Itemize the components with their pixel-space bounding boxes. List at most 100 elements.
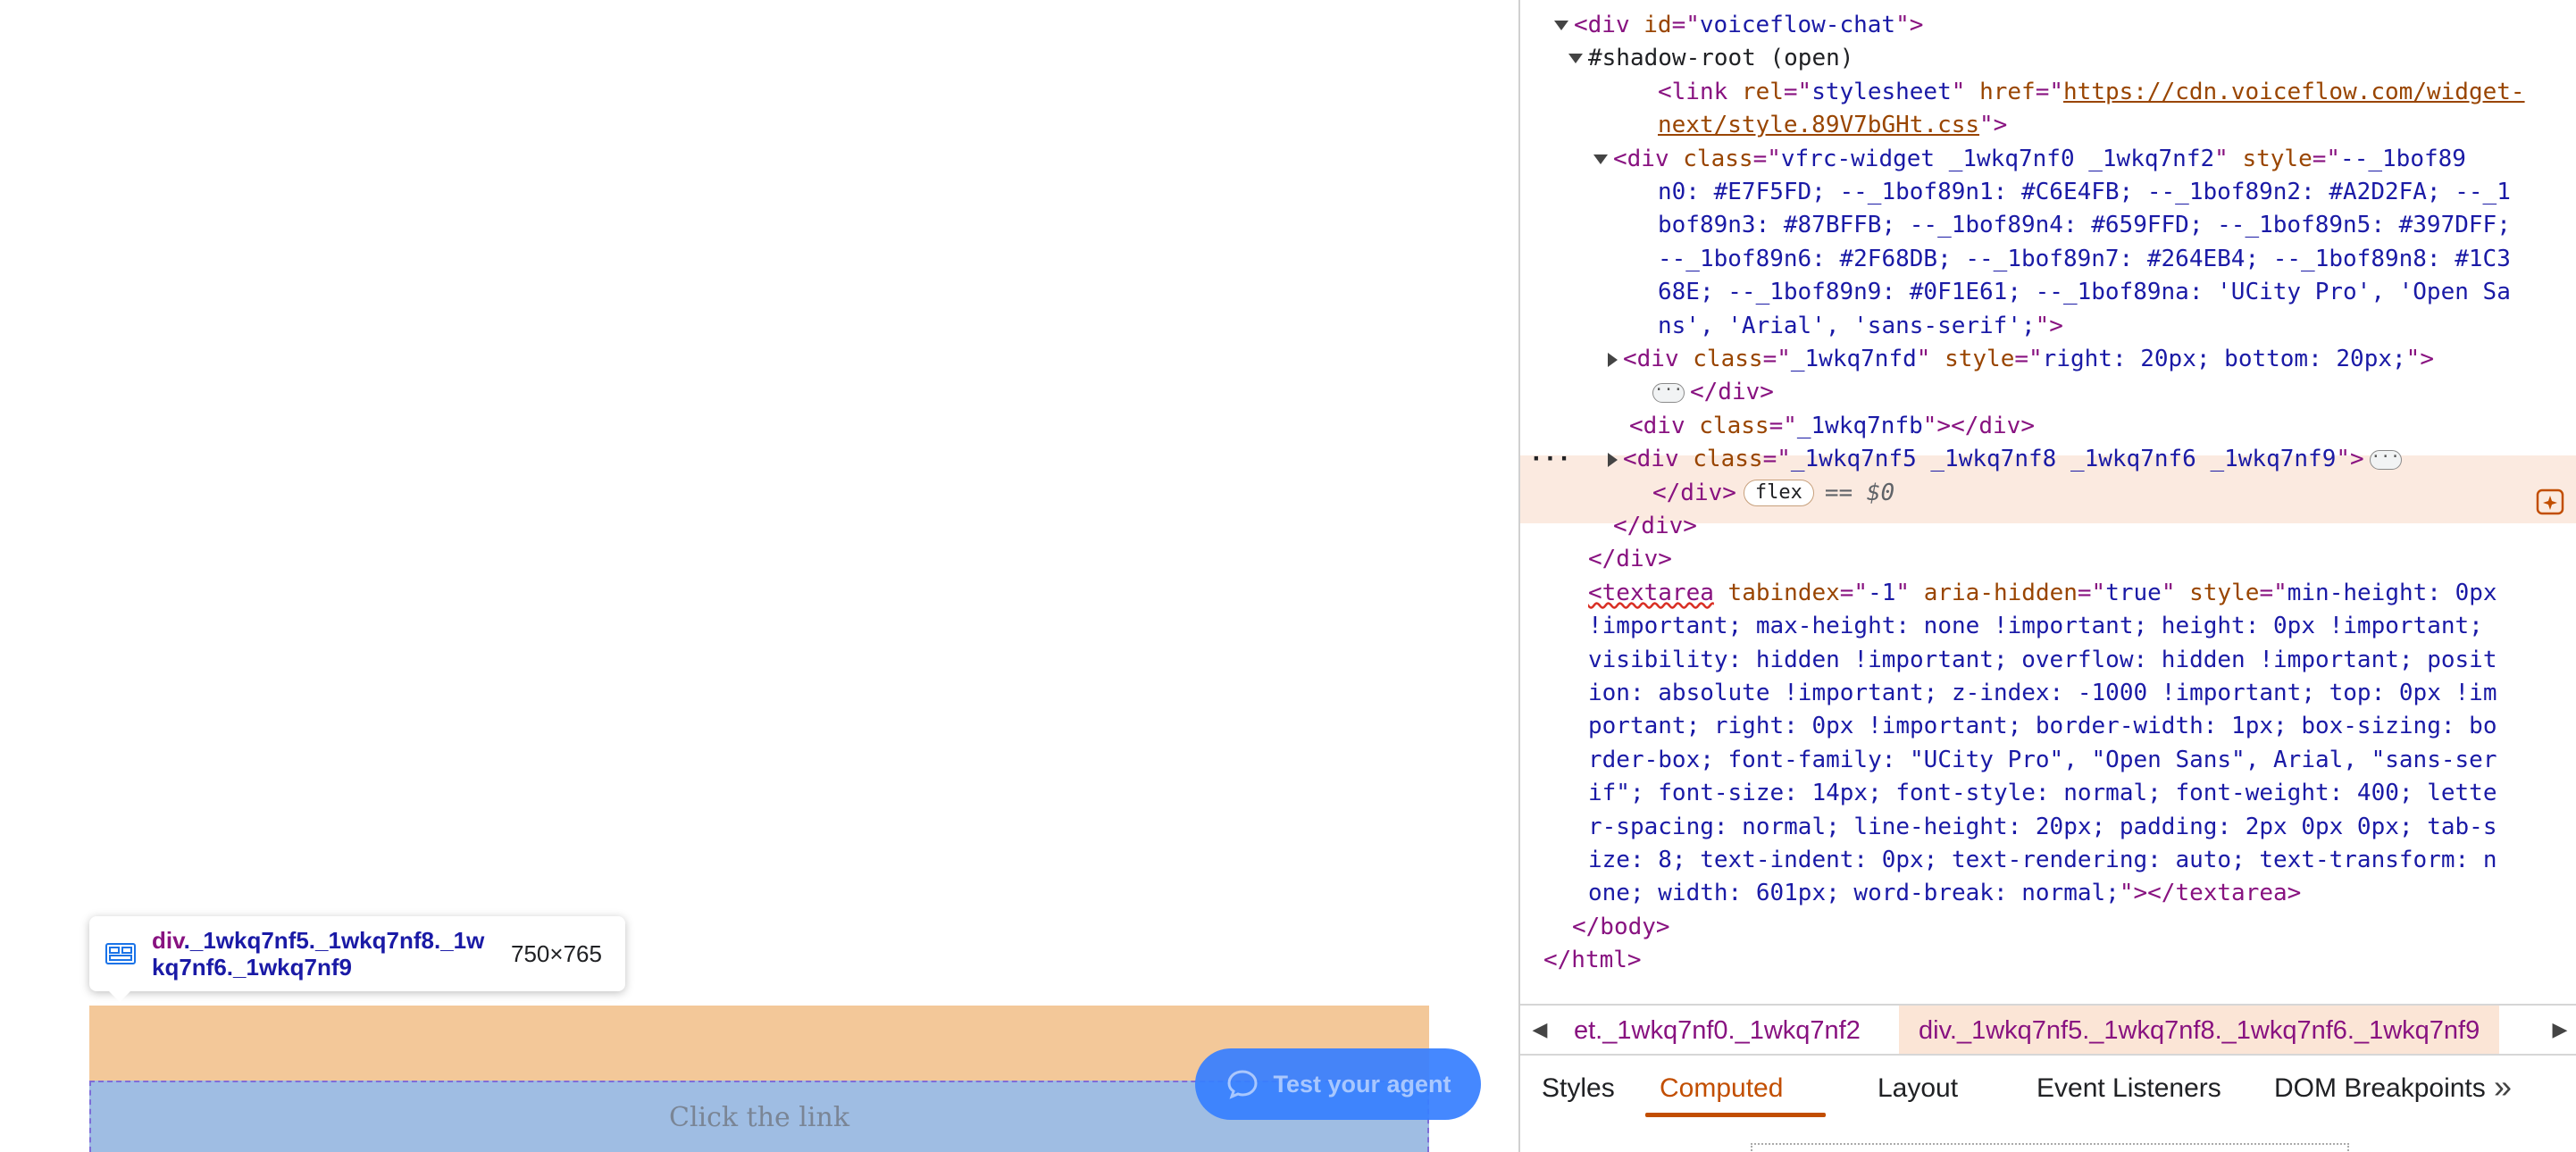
markup-token: </div>: [1588, 546, 1672, 573]
elements-tree-line[interactable]: </div>: [1613, 510, 1697, 543]
markup-token: class: [1683, 145, 1753, 172]
elements-tree-line[interactable]: --_1bof89n6: #2F68DB; --_1bof89n7: #264E…: [1658, 243, 2511, 276]
flex-badge[interactable]: flex: [1743, 480, 1814, 507]
elements-tree-line[interactable]: ··· </div>: [1652, 376, 1774, 409]
markup-token: class: [1693, 446, 1763, 473]
markup-token: =": [1762, 346, 1791, 372]
markup-token: </body>: [1572, 913, 1670, 940]
markup-token: #shadow-root (open): [1588, 45, 1854, 72]
elements-tree-line[interactable]: <div class="vfrc-widget _1wkq7nf0 _1wkq7…: [1593, 143, 2466, 176]
elements-tree[interactable]: <div id="voiceflow-chat"> #shadow-root (o…: [1520, 0, 2576, 1006]
expand-down-icon[interactable]: [1593, 154, 1608, 164]
markup-token: aria-hidden: [1923, 579, 2078, 606]
elements-tree-line[interactable]: !important; max-height: none !important;…: [1588, 610, 2483, 643]
elements-tree-line[interactable]: #shadow-root (open): [1568, 42, 1854, 75]
tab-computed[interactable]: Computed: [1660, 1073, 1783, 1104]
elements-tree-line[interactable]: <div id="voiceflow-chat">: [1554, 9, 1924, 42]
markup-token: [1714, 580, 1728, 606]
markup-token: --_1bof89n6: #2F68DB; --_1bof89n7: #264E…: [1658, 245, 2511, 272]
markup-token: tabindex: [1727, 579, 1840, 606]
markup-token: right: 20px; bottom: 20px;: [2042, 346, 2406, 372]
markup-token: rel: [1741, 78, 1784, 105]
more-tabs-button[interactable]: »: [2494, 1068, 2512, 1106]
elements-tree-line[interactable]: <div class="_1wkq7nf5 _1wkq7nf8 _1wkq7nf…: [1608, 443, 2402, 476]
markup-token: <link: [1658, 78, 1742, 105]
elements-tree-line[interactable]: n0: #E7F5FD; --_1bof89n1: #C6E4FB; --_1b…: [1658, 176, 2511, 209]
markup-token: !important; max-height: none !important;…: [1588, 613, 2483, 640]
active-tab-indicator: [1645, 1113, 1826, 1117]
collapsed-children-ellipsis[interactable]: ···: [2369, 448, 2402, 470]
expand-down-icon[interactable]: [1554, 21, 1568, 30]
markup-token: style: [1945, 346, 2015, 372]
elements-tree-line[interactable]: next/style.89V7bGHt.css">: [1658, 109, 2007, 142]
expand-right-icon[interactable]: [1608, 452, 1618, 467]
markup-token: voiceflow-chat: [1699, 12, 1896, 38]
tab-event-listeners[interactable]: Event Listeners: [2037, 1073, 2221, 1104]
test-agent-label: Test your agent: [1273, 1070, 1451, 1098]
breadcrumb: ◀ et._1wkq7nf0._1wkq7nf2 div._1wkq7nf5._…: [1520, 1004, 2576, 1056]
markup-token: =": [1839, 579, 1869, 606]
tab-layout[interactable]: Layout: [1878, 1073, 1958, 1104]
breadcrumb-scroll-left-button[interactable]: ◀: [1524, 1009, 1556, 1050]
markup-token: --_1bof89: [2340, 145, 2466, 172]
elements-tree-line[interactable]: 68E; --_1bof89n9: #0F1E61; --_1bof89na: …: [1658, 276, 2511, 309]
markup-token: </div>: [1652, 479, 1736, 506]
elements-tree-line[interactable]: <link rel="stylesheet" href="https://cdn…: [1658, 76, 2525, 109]
console-ref: == $0: [1824, 479, 1895, 506]
elements-tree-line[interactable]: ion: absolute !important; z-index: -1000…: [1588, 677, 2497, 710]
expand-down-icon[interactable]: [1568, 54, 1583, 64]
markup-token: style: [2242, 145, 2313, 172]
markup-token: ize: 8; text-indent: 0px; text-rendering…: [1588, 847, 2497, 873]
markup-token: class: [1693, 346, 1763, 372]
markup-token: class: [1699, 412, 1769, 439]
test-agent-launcher-button[interactable]: Test your agent: [1195, 1048, 1481, 1120]
elements-tree-line[interactable]: visibility: hidden !important; overflow:…: [1588, 644, 2497, 677]
markup-token: href: [1979, 78, 2036, 105]
tab-styles[interactable]: Styles: [1542, 1073, 1615, 1104]
elements-tree-line[interactable]: <textarea tabindex="-1" aria-hidden="tru…: [1588, 577, 2497, 610]
breadcrumb-scroll-right-button[interactable]: ▶: [2546, 1009, 2574, 1050]
markup-token: bof89n3: #87BFFB; --_1bof89n4: #659FFD; …: [1658, 212, 2511, 239]
markup-token: </div>: [1613, 513, 1697, 539]
markup-token: =": [1671, 12, 1700, 38]
computed-box-model: [1751, 1143, 2349, 1152]
markup-token: id: [1643, 12, 1672, 38]
tab-dom-breakpoints[interactable]: DOM Breakpoints: [2274, 1073, 2486, 1104]
elements-tree-line[interactable]: </html>: [1543, 944, 1642, 977]
markup-token: vfrc-widget _1wkq7nf0 _1wkq7nf2: [1780, 145, 2215, 172]
elements-tree-line[interactable]: ns', 'Arial', 'sans-serif';">: [1658, 310, 2063, 343]
markup-token: <textarea: [1588, 579, 1714, 606]
row-menu-icon[interactable]: ···: [1529, 443, 1571, 476]
elements-tree-line[interactable]: one; width: 601px; word-break: normal;">…: [1588, 877, 2301, 910]
breadcrumb-item[interactable]: et._1wkq7nf0._1wkq7nf2: [1574, 1016, 1861, 1046]
markup-token: =": [2077, 579, 2106, 606]
elements-tree-line[interactable]: </div>: [1588, 543, 1672, 576]
elements-tree-line[interactable]: </div> flex == $0: [1652, 477, 1894, 510]
markup-token: "></div>: [1922, 412, 2035, 439]
elements-tree-line[interactable]: portant; right: 0px !important; border-w…: [1588, 710, 2497, 743]
elements-tree-line[interactable]: r-spacing: normal; line-height: 20px; pa…: [1588, 811, 2497, 844]
expand-right-icon[interactable]: [1608, 352, 1618, 367]
elements-tree-line[interactable]: <div class="_1wkq7nfb"></div>: [1629, 410, 2035, 443]
elements-tree-line[interactable]: ize: 8; text-indent: 0px; text-rendering…: [1588, 844, 2497, 877]
markup-token: ">: [2336, 446, 2364, 473]
devtools-panel: <div id="voiceflow-chat"> #shadow-root (o…: [1518, 0, 2576, 1152]
markup-token: https://cdn.voiceflow.com/widget-: [2063, 78, 2525, 105]
elements-tree-line[interactable]: if"; font-size: 14px; font-style: normal…: [1588, 777, 2497, 810]
ai-assistance-icon[interactable]: [2535, 488, 2565, 518]
markup-token: ">: [2035, 312, 2063, 339]
markup-token: stylesheet: [1811, 78, 1952, 105]
markup-token: <div: [1623, 346, 1694, 372]
markup-token: ">: [1895, 12, 1924, 38]
elements-tree-line[interactable]: rder-box; font-family: "UCity Pro", "Ope…: [1588, 744, 2497, 777]
collapsed-children-ellipsis[interactable]: ···: [1652, 381, 1685, 403]
elements-tree-line[interactable]: <div class="_1wkq7nfd" style="right: 20p…: [1608, 343, 2434, 376]
markup-token: n0: #E7F5FD; --_1bof89n1: #C6E4FB; --_1b…: [1658, 179, 2511, 205]
breadcrumb-item-selected[interactable]: div._1wkq7nf5._1wkq7nf8._1wkq7nf6._1wkq7…: [1899, 1006, 2500, 1054]
markup-token: next/style.89V7bGHt.css: [1658, 112, 1980, 139]
markup-token: =": [1752, 145, 1781, 172]
markup-token: <div: [1613, 145, 1684, 172]
elements-tree-line[interactable]: bof89n3: #87BFFB; --_1bof89n4: #659FFD; …: [1658, 209, 2511, 242]
elements-tree-line[interactable]: </body>: [1572, 911, 1670, 944]
markup-token: ion: absolute !important; z-index: -1000…: [1588, 680, 2497, 706]
